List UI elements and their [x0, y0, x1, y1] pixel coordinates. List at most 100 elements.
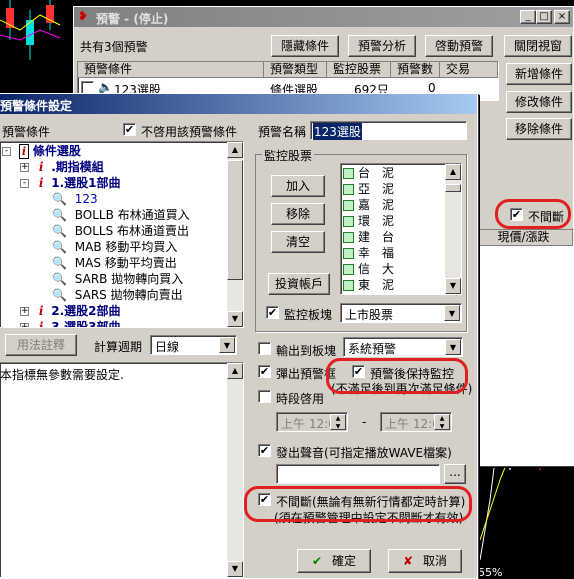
time-from-input[interactable]: 上午 12:0 ▲ ▼: [276, 412, 348, 432]
disable-checkbox[interactable]: ✔: [123, 123, 136, 136]
close-button[interactable]: ×: [554, 10, 570, 24]
tree-node[interactable]: 🔍 BOLLS 布林通道賣出: [52, 223, 189, 239]
time-enable-checkbox[interactable]: [258, 390, 271, 403]
list-item[interactable]: 亞 泥: [343, 181, 394, 197]
col-header[interactable]: 監控股票: [327, 62, 391, 78]
maximize-button[interactable]: □: [536, 10, 552, 24]
expand-icon[interactable]: +: [20, 323, 29, 327]
tree-label: 3.選股3部曲: [51, 320, 121, 328]
remove-condition-button[interactable]: 移除條件: [506, 118, 572, 140]
scroll-down-icon[interactable]: ▼: [445, 278, 461, 294]
name-input[interactable]: 123選股: [310, 121, 467, 140]
tree-node[interactable]: 🔍 BOLLB 布林通道買入: [52, 207, 190, 223]
quote-list[interactable]: 現價/漲跌: [474, 229, 574, 465]
list-item[interactable]: 建 台: [343, 229, 394, 245]
stock-list[interactable]: 台 泥 亞 泥 嘉 泥 環 泥 建 台 幸 福 信 大 東 泥 ▲ ▼: [340, 163, 462, 295]
output-select[interactable]: 系統預警 ▼: [343, 337, 463, 357]
add-stock-button[interactable]: 加入: [271, 175, 325, 197]
info-icon: i: [38, 160, 44, 174]
search-icon: 🔍: [52, 208, 67, 222]
minimize-button[interactable]: _: [520, 10, 536, 24]
hide-condition-button[interactable]: 隱藏條件: [271, 35, 339, 57]
investment-account-button[interactable]: 投資帳戶: [268, 273, 330, 295]
tree-node[interactable]: 🔍 MAB 移動平均買入: [52, 239, 177, 255]
tree-node[interactable]: + i 2.選股2部曲: [20, 303, 120, 319]
clear-stock-button[interactable]: 清空: [271, 231, 325, 253]
dialog-titlebar[interactable]: 預警條件設定: [0, 94, 477, 114]
cancel-button[interactable]: ✘ 取消: [388, 549, 462, 573]
start-alert-button[interactable]: 啓動預警: [425, 35, 493, 57]
list-item[interactable]: 東 泥: [343, 277, 394, 293]
time-to-input[interactable]: 上午 12:0 ▲ ▼: [380, 412, 452, 432]
tree-node[interactable]: + i 3.選股3部曲: [20, 319, 121, 328]
scroll-up-icon[interactable]: ▲: [227, 142, 243, 158]
period-select[interactable]: 日線 ▼: [150, 335, 237, 355]
condition-tree[interactable]: - i 條件選股 + i .期指模組 - i 1.選股1部曲 🔍 123 🔍 B…: [0, 141, 244, 328]
sound-file-input[interactable]: [276, 464, 440, 484]
dropdown-icon[interactable]: ▼: [219, 337, 235, 353]
list-item[interactable]: 幸 福: [343, 245, 394, 261]
col-header[interactable]: 預警條件: [78, 62, 264, 78]
scroll-down-icon[interactable]: ▼: [227, 311, 243, 327]
board-checkbox[interactable]: ✔: [266, 306, 279, 319]
col-header[interactable]: 預警類型: [264, 62, 327, 78]
collapse-icon[interactable]: -: [20, 179, 29, 188]
tree-node[interactable]: 🔍 MAS 移動平均賣出: [52, 255, 177, 271]
tree-node[interactable]: 🔍 SARB 拋物轉向買入: [52, 271, 183, 287]
scroll-up-icon[interactable]: ▲: [445, 164, 461, 180]
modify-condition-button[interactable]: 修改條件: [506, 91, 572, 113]
continuous-calc-checkbox[interactable]: ✔: [258, 493, 271, 506]
param-scrollbar[interactable]: ▲ ▼: [227, 363, 243, 577]
board-select[interactable]: 上市股票 ▼: [340, 303, 462, 323]
tree-label: 123: [74, 192, 98, 206]
keep-monitor-checkbox[interactable]: ✔: [352, 365, 365, 378]
expand-icon[interactable]: +: [20, 163, 29, 172]
remove-stock-button[interactable]: 移除: [271, 203, 325, 225]
scroll-down-icon[interactable]: ▼: [227, 561, 243, 577]
collapse-icon[interactable]: -: [2, 147, 11, 156]
tree-node[interactable]: - i 條件選股: [2, 143, 81, 159]
stock-name: 東 泥: [358, 278, 395, 292]
continuous-label: 不間斷: [528, 210, 565, 224]
stock-scrollbar[interactable]: ▲ ▼: [445, 164, 461, 294]
info-icon: i: [38, 320, 44, 328]
tree-node[interactable]: - i 1.選股1部曲: [20, 175, 120, 191]
dropdown-icon[interactable]: ▼: [445, 339, 461, 355]
usage-note-button[interactable]: 用法註釋: [5, 334, 77, 356]
close-window-button[interactable]: 關閉視窗: [504, 35, 572, 57]
alert-analysis-button[interactable]: 預警分析: [348, 35, 416, 57]
continuous-checkbox[interactable]: ✔: [510, 208, 523, 221]
continuous-option[interactable]: ✔ 不間斷: [464, 203, 572, 227]
sound-checkbox[interactable]: ✔: [258, 444, 271, 457]
dropdown-icon[interactable]: ▼: [444, 305, 460, 321]
output-checkbox[interactable]: [258, 342, 271, 355]
col-header[interactable]: 預警數: [391, 62, 440, 78]
search-icon: 🔍: [52, 256, 67, 270]
continuous-calc-label: 不間斷(無論有無新行情都定時計算): [276, 495, 466, 509]
spinner-icon[interactable]: ▲ ▼: [330, 414, 346, 430]
list-item[interactable]: 台 泥: [343, 165, 394, 181]
add-condition-button[interactable]: 新增條件: [506, 63, 572, 85]
board-value: 上市股票: [345, 308, 394, 322]
expand-icon[interactable]: +: [20, 307, 29, 316]
scroll-thumb[interactable]: [445, 184, 461, 192]
scroll-thumb[interactable]: [227, 160, 243, 280]
tree-scrollbar[interactable]: ▲ ▼: [227, 142, 243, 327]
list-item[interactable]: 環 泥: [343, 213, 394, 229]
col-header[interactable]: 交易: [440, 62, 498, 78]
spinner-icon[interactable]: ▲ ▼: [434, 414, 450, 430]
tree-node-selected[interactable]: 🔍 123: [52, 191, 98, 207]
scroll-up-icon[interactable]: ▲: [227, 363, 243, 379]
search-icon: 🔍: [52, 224, 67, 238]
tree-node[interactable]: 🔍 SARS 拋物轉向賣出: [52, 287, 183, 303]
tree-label: .期指模組: [51, 160, 104, 174]
ok-button[interactable]: ✔ 確定: [297, 549, 371, 573]
alert-manager-titlebar[interactable]: ❥ 預警 - (停止) _ □ ×: [74, 7, 573, 27]
stock-icon: [343, 200, 354, 211]
list-item[interactable]: 信 大: [343, 261, 394, 277]
list-item[interactable]: 嘉 泥: [343, 197, 394, 213]
price-col-header[interactable]: 現價/漲跌: [475, 230, 573, 246]
tree-node[interactable]: + i .期指模組: [20, 159, 104, 175]
popup-checkbox[interactable]: ✔: [258, 365, 271, 378]
browse-button[interactable]: ...: [444, 464, 466, 484]
